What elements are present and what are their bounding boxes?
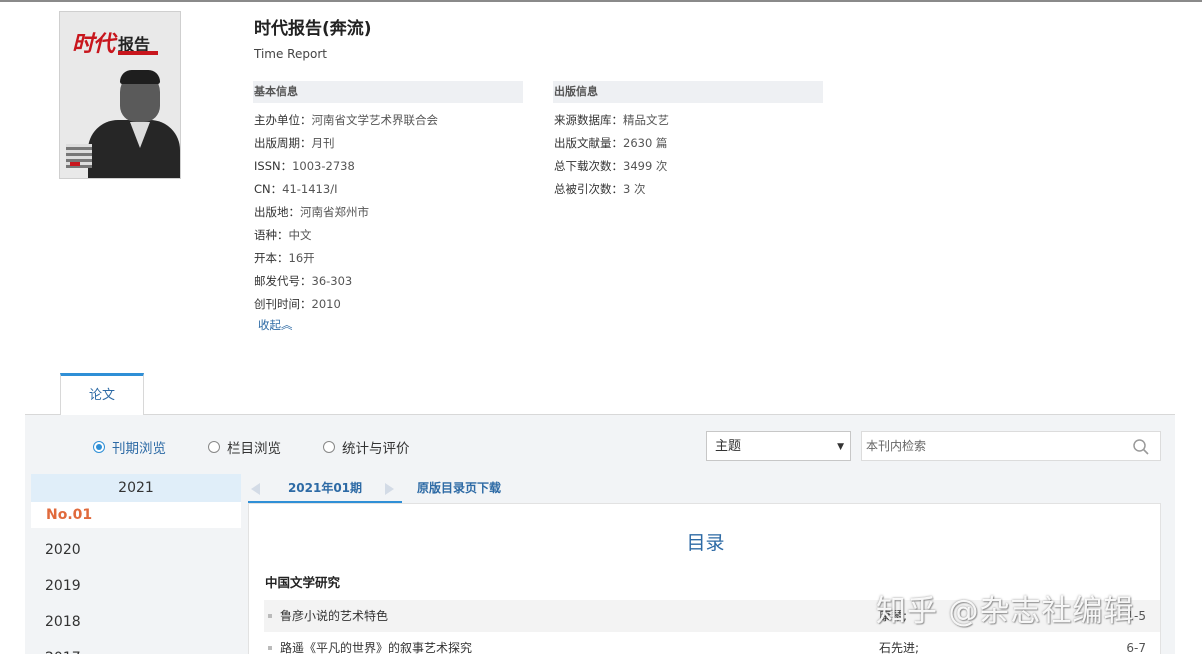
info-row-issn: ISSN：1003-2738 [254, 159, 355, 173]
journal-title-en: Time Report [254, 47, 327, 61]
journal-search-box [861, 431, 1161, 461]
table-of-contents: 目录 中国文学研究 鲁彦小说的艺术特色 康琴; 1-5 路遥《平凡的世界》的叙事… [248, 503, 1161, 654]
current-issue-label: 2021年01期 [248, 475, 402, 503]
radio-dot-icon [208, 441, 220, 453]
year-item-active[interactable]: 2021 [31, 474, 241, 502]
toc-section-heading: 中国文学研究 [265, 575, 341, 590]
info-row-frequency: 出版周期：月刊 [254, 136, 335, 150]
year-item[interactable]: 2020 [31, 528, 241, 564]
bullet-icon [268, 614, 272, 618]
radio-browse-by-column[interactable]: 栏目浏览 [208, 437, 281, 457]
tab-bar-divider [25, 414, 1175, 415]
download-toc-link[interactable]: 原版目录页下载 [417, 475, 501, 501]
article-title-link[interactable]: 鲁彦小说的艺术特色 [280, 600, 388, 632]
info-row-format: 开本：16开 [254, 251, 315, 265]
collapse-info-link[interactable]: 收起︽ [258, 317, 293, 333]
year-item[interactable]: 2018 [31, 600, 241, 636]
publish-info-list: 来源数据库：精品文艺 出版文献量：2630 篇 总下载次数：3499 次 总被引… [554, 112, 669, 204]
search-input[interactable] [862, 432, 1122, 460]
journal-cover-image: 时代 报告 [59, 11, 181, 179]
prev-issue-icon[interactable] [251, 483, 260, 495]
cover-figure-hair [120, 70, 160, 84]
top-border [0, 0, 1202, 2]
info-row-citations: 总被引次数：3 次 [554, 182, 646, 196]
year-list: 2021 No.01 2020 2019 2018 2017 [31, 474, 241, 654]
article-title-link[interactable]: 路遥《平凡的世界》的叙事艺术探究 [280, 632, 472, 654]
cover-logo-mark [70, 162, 80, 166]
search-field-select[interactable]: 主题 ▼ [706, 431, 851, 461]
info-row-doc-count: 出版文献量：2630 篇 [554, 136, 668, 150]
issue-item-active[interactable]: No.01 [31, 502, 241, 528]
radio-browse-by-issue[interactable]: 刊期浏览 [93, 437, 166, 457]
info-row-database: 来源数据库：精品文艺 [554, 113, 669, 127]
browse-mode-group: 刊期浏览 栏目浏览 统计与评价 [93, 437, 452, 457]
info-row-language: 语种：中文 [254, 228, 312, 242]
toc-row: 路遥《平凡的世界》的叙事艺术探究 石先进; 6-7 [264, 632, 1160, 654]
bullet-icon [268, 646, 272, 650]
journal-title: 时代报告(奔流) [254, 19, 372, 39]
tab-papers[interactable]: 论文 [60, 373, 144, 415]
toc-title: 目录 [686, 532, 725, 554]
search-icon[interactable] [1132, 438, 1150, 456]
zhihu-watermark: 知乎 @杂志社编辑 [876, 594, 1135, 629]
search-field-value: 主题 [715, 439, 742, 454]
publish-info-heading: 出版信息 [553, 81, 823, 103]
cover-masthead: 时代 [72, 31, 115, 57]
basic-info-heading: 基本信息 [253, 81, 523, 103]
cover-strip [118, 51, 158, 55]
info-row-place: 出版地：河南省郑州市 [254, 205, 369, 219]
info-row-downloads: 总下载次数：3499 次 [554, 159, 668, 173]
info-row-sponsor: 主办单位：河南省文学艺术界联合会 [254, 113, 438, 127]
article-author[interactable]: 石先进; [879, 632, 919, 654]
radio-dot-icon [323, 441, 335, 453]
radio-dot-icon [93, 441, 105, 453]
next-issue-icon[interactable] [385, 483, 394, 495]
issue-nav: 2021年01期 原版目录页下载 [248, 475, 1161, 503]
info-row-founded: 创刊时间：2010 [254, 297, 341, 311]
radio-stats-evaluation[interactable]: 统计与评价 [323, 437, 410, 457]
year-item[interactable]: 2017 [31, 636, 241, 654]
chevron-down-icon: ▼ [837, 442, 844, 452]
info-row-cn: CN：41-1413/I [254, 182, 338, 196]
year-item[interactable]: 2019 [31, 564, 241, 600]
basic-info-list: 主办单位：河南省文学艺术界联合会 出版周期：月刊 ISSN：1003-2738 … [254, 112, 438, 319]
article-pages: 6-7 [1126, 641, 1146, 654]
info-row-postal-code: 邮发代号：36-303 [254, 274, 353, 288]
